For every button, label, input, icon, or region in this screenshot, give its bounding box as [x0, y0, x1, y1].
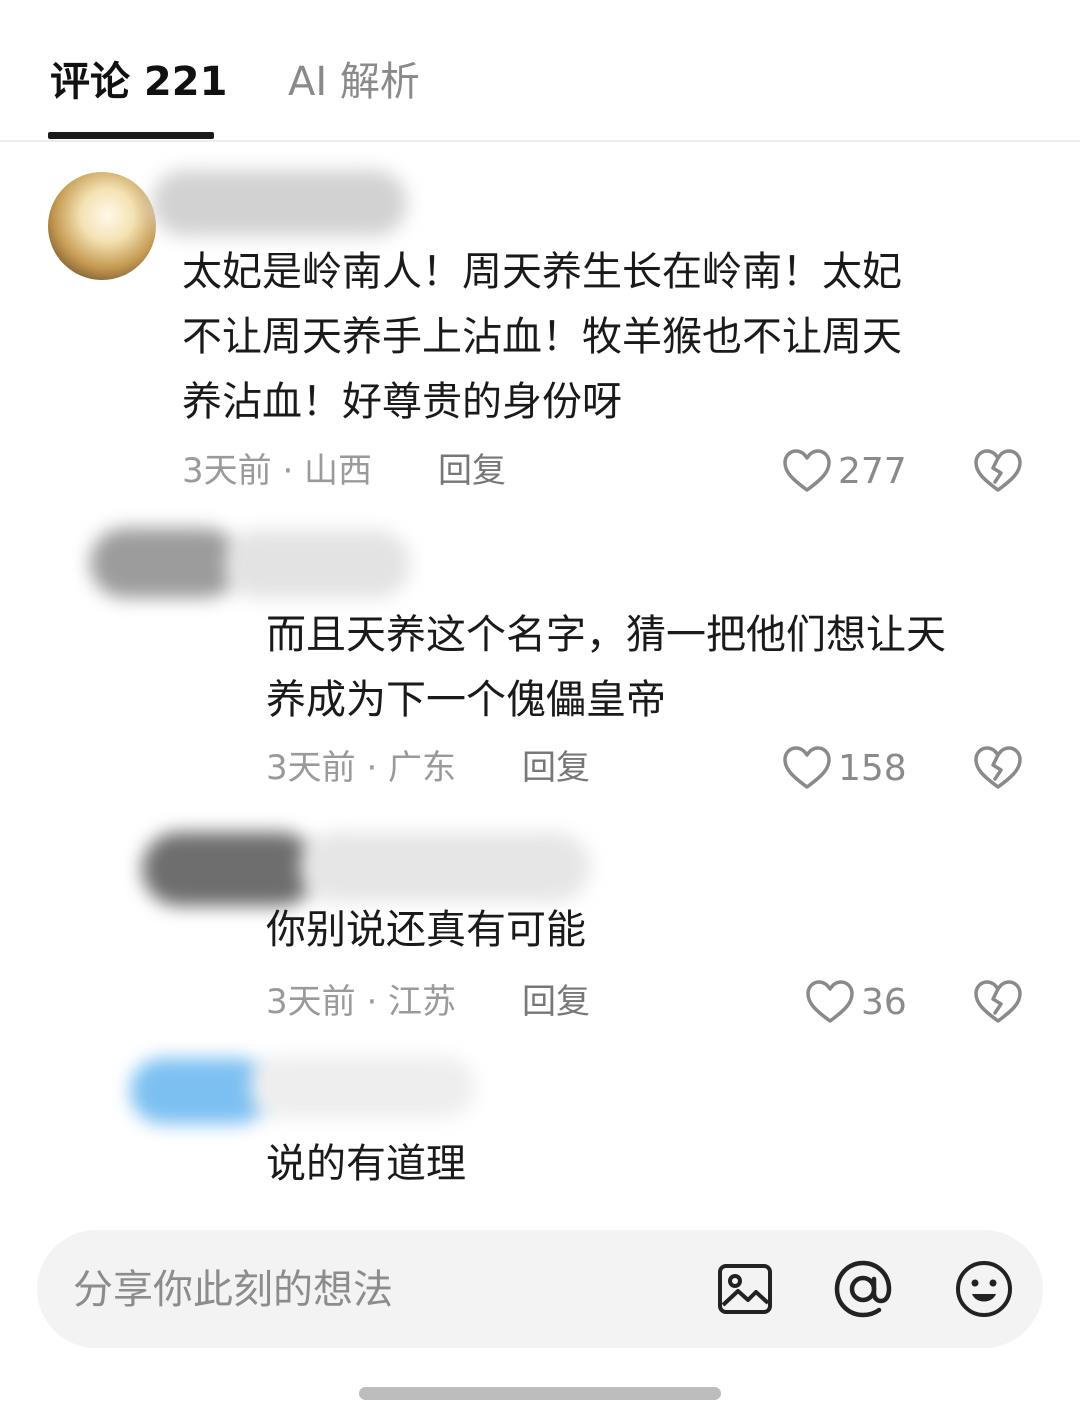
avatar-redacted[interactable]: [130, 1058, 270, 1124]
heart-outline-icon: [783, 449, 831, 492]
tab-comments[interactable]: 评论 221: [50, 56, 227, 108]
comment-line: 说的有道理: [266, 1141, 466, 1187]
broken-heart-icon[interactable]: [973, 446, 1023, 496]
smiley-icon[interactable]: [954, 1259, 1014, 1319]
username-redacted[interactable]: [250, 1056, 475, 1118]
reply-button[interactable]: 回复: [438, 449, 506, 493]
reply-button[interactable]: 回复: [522, 746, 590, 790]
comment-meta: 3天前 · 山西: [182, 451, 373, 491]
comment-line: 你别说还真有可能: [266, 907, 586, 953]
username-redacted[interactable]: [225, 530, 410, 598]
like-button[interactable]: 158: [782, 743, 907, 793]
comment-composer[interactable]: 分享你此刻的想法: [37, 1230, 1043, 1348]
broken-heart-icon[interactable]: [973, 743, 1023, 793]
home-indicator[interactable]: [359, 1387, 721, 1400]
comment-line: 养成为下一个傀儡皇帝: [266, 677, 666, 723]
avatar-redacted[interactable]: [142, 832, 317, 906]
comment-line: 而且天养这个名字，猜一把他们想让天: [266, 612, 946, 658]
broken-heart-icon[interactable]: [973, 977, 1023, 1027]
active-tab-indicator: [48, 132, 214, 139]
tab-ai-analysis[interactable]: AI 解析: [288, 56, 420, 108]
comment-meta: 3天前 · 江苏: [266, 982, 457, 1022]
at-icon[interactable]: [833, 1259, 893, 1319]
username-redacted[interactable]: [152, 170, 407, 236]
like-button[interactable]: 277: [782, 446, 907, 496]
comment-line: 养沾血！好尊贵的身份呀: [182, 379, 622, 425]
like-button[interactable]: 36: [805, 977, 907, 1027]
comment-text: 太妃是岭南人！周天养生长在岭南！太妃 不让周天养手上沾血！牧羊猴也不让周天 养沾…: [182, 240, 902, 435]
like-count: 36: [861, 981, 907, 1023]
like-count: 277: [838, 450, 907, 492]
avatar-redacted[interactable]: [90, 528, 240, 598]
username-redacted[interactable]: [300, 832, 590, 902]
comments-panel: 评论 221 AI 解析 太妃是岭南人！周天养生长在岭南！太妃 不让周天养手上沾…: [0, 0, 1080, 1413]
comment-text: 你别说还真有可能: [266, 898, 586, 963]
tab-bar: 评论 221 AI 解析: [0, 0, 1080, 142]
comment-text: 而且天养这个名字，猜一把他们想让天 养成为下一个傀儡皇帝: [266, 603, 946, 733]
heart-outline-icon: [806, 980, 854, 1023]
heart-outline-icon: [783, 746, 831, 789]
image-icon[interactable]: [715, 1259, 775, 1319]
like-count: 158: [838, 747, 907, 789]
composer-placeholder: 分享你此刻的想法: [73, 1267, 393, 1313]
comment-line: 不让周天养手上沾血！牧羊猴也不让周天: [182, 314, 902, 360]
avatar[interactable]: [48, 172, 156, 280]
reply-button[interactable]: 回复: [522, 980, 590, 1024]
comment-meta: 3天前 · 广东: [266, 748, 457, 788]
comment-text: 说的有道理: [266, 1132, 466, 1197]
comment-line: 太妃是岭南人！周天养生长在岭南！太妃: [182, 249, 902, 295]
